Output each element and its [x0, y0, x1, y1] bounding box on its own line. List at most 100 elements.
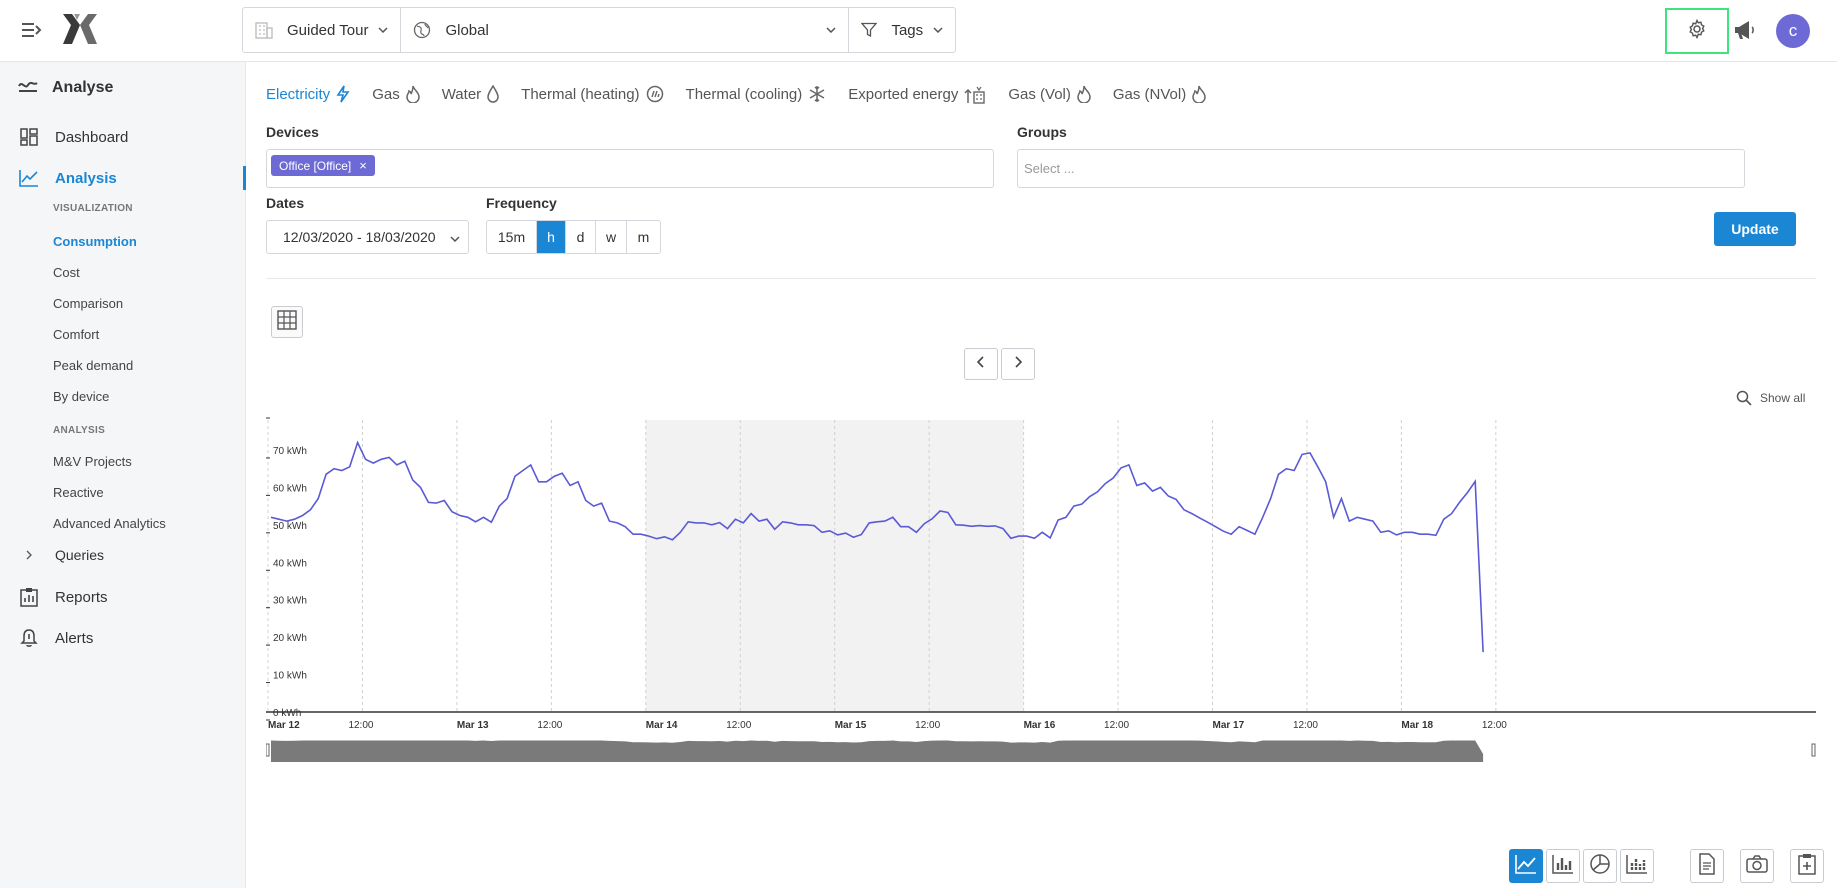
tab-thermal-cooling[interactable]: Thermal (cooling) — [686, 85, 827, 103]
groups-input[interactable]: Select ... — [1017, 149, 1745, 188]
chevron-right-icon — [1014, 355, 1023, 373]
tab-label: Gas (Vol) — [1008, 85, 1071, 103]
add-to-report-button[interactable] — [1790, 849, 1824, 883]
sidebar-subitem-comparison[interactable]: Comparison — [53, 296, 123, 311]
frequency-h[interactable]: h — [537, 221, 566, 253]
next-period-button[interactable] — [1001, 348, 1035, 380]
analyse-icon — [18, 78, 38, 97]
sidebar-item-label: Queries — [55, 547, 105, 563]
chevron-down-icon — [826, 27, 836, 33]
show-all-label: Show all — [1760, 391, 1806, 405]
building-icon — [255, 21, 273, 39]
sidebar-item-queries[interactable]: Queries — [18, 547, 104, 563]
consumption-chart[interactable]: 0 kWh 10 kWh 20 kWh 30 kWh 40 kWh 50 kWh 60 kW… — [266, 406, 1816, 886]
tab-gas-vol[interactable]: Gas (Vol) — [1008, 85, 1091, 103]
active-indicator — [243, 166, 246, 190]
pie-chart-button[interactable] — [1583, 849, 1617, 883]
x-tick-label: Mar 13 — [457, 720, 489, 731]
frequency-d[interactable]: d — [566, 221, 596, 253]
sidebar-subitem-consumption[interactable]: Consumption — [53, 234, 137, 249]
grid-icon — [277, 309, 297, 335]
sidebar-subitem-cost[interactable]: Cost — [53, 265, 80, 280]
devices-input[interactable]: Office [Office] × — [266, 149, 994, 188]
sidebar: Analyse Dashboard Analysis VISUALIZATION… — [0, 62, 246, 888]
frequency-label: Frequency — [486, 195, 557, 211]
x-tick-label: 12:00 — [1482, 720, 1507, 731]
frequency-selector: 15m h d w m — [486, 220, 661, 254]
sidebar-item-label: Dashboard — [55, 128, 129, 146]
main-content: Electricity Gas Water Thermal (heating) … — [266, 62, 1837, 888]
flame-icon — [1077, 85, 1091, 103]
sidebar-item-analysis[interactable]: Analysis — [18, 169, 117, 187]
tags-selector[interactable]: Tags — [849, 8, 955, 52]
chevron-left-icon — [976, 355, 985, 373]
sidebar-section-analyse: Analyse — [18, 78, 113, 97]
globe-icon — [413, 21, 431, 39]
show-all-button[interactable]: Show all — [1736, 390, 1805, 406]
tab-water[interactable]: Water — [442, 85, 499, 103]
top-bar: Guided Tour Global Tags c — [0, 0, 1837, 62]
flame-icon — [1192, 85, 1206, 103]
site-label: Guided Tour — [287, 21, 369, 39]
bell-icon — [18, 628, 40, 648]
sidebar-subitem-mv-projects[interactable]: M&V Projects — [53, 454, 132, 469]
line-chart-icon — [18, 169, 40, 187]
export-file-button[interactable] — [1690, 849, 1724, 883]
energy-tabs: Electricity Gas Water Thermal (heating) … — [266, 84, 1228, 104]
sidebar-subitem-by-device[interactable]: By device — [53, 389, 109, 404]
sidebar-subitem-reactive[interactable]: Reactive — [53, 485, 104, 500]
previous-period-button[interactable] — [964, 348, 998, 380]
update-button[interactable]: Update — [1714, 212, 1796, 246]
tab-gas[interactable]: Gas — [372, 85, 420, 103]
scope-selector[interactable]: Global — [401, 8, 850, 52]
app-logo[interactable] — [60, 12, 100, 46]
device-chip[interactable]: Office [Office] × — [271, 155, 375, 176]
table-view-button[interactable] — [271, 306, 303, 338]
tab-electricity[interactable]: Electricity — [266, 85, 350, 103]
chart-toolbar — [1509, 849, 1827, 883]
tab-gas-nvol[interactable]: Gas (NVol) — [1113, 85, 1206, 103]
tab-label: Gas (NVol) — [1112, 85, 1187, 103]
frequency-w[interactable]: w — [596, 221, 627, 253]
scope-label: Global — [445, 21, 489, 39]
x-tick-label: Mar 14 — [646, 720, 678, 731]
filter-icon — [861, 22, 878, 38]
divider — [266, 278, 1816, 279]
line-chart-icon — [1515, 854, 1537, 879]
stacked-bar-button[interactable] — [1620, 849, 1654, 883]
sidebar-item-reports[interactable]: Reports — [18, 587, 108, 607]
flame-icon — [405, 85, 420, 103]
announcements-icon[interactable] — [1732, 17, 1758, 43]
sidebar-subitem-comfort[interactable]: Comfort — [53, 327, 99, 342]
x-tick-label: Mar 12 — [268, 720, 300, 731]
sidebar-item-label: Analysis — [55, 169, 117, 187]
frequency-m[interactable]: m — [627, 221, 660, 253]
tab-label: Thermal (cooling) — [685, 85, 803, 103]
file-icon — [1698, 852, 1716, 880]
sidebar-subitem-peak-demand[interactable]: Peak demand — [53, 358, 133, 373]
date-range-picker[interactable]: 12/03/2020 - 18/03/2020 — [266, 220, 469, 254]
close-icon[interactable]: × — [359, 158, 367, 173]
zoom-icon — [1736, 390, 1752, 406]
y-tick-label: 30 kWh — [273, 596, 307, 607]
tab-exported-energy[interactable]: Exported energy — [848, 84, 986, 104]
settings-button[interactable] — [1665, 8, 1729, 54]
line-chart-button[interactable] — [1509, 849, 1543, 883]
frequency-15m[interactable]: 15m — [487, 221, 537, 253]
tab-label: Thermal (heating) — [521, 85, 640, 103]
clipboard-add-icon — [1797, 853, 1817, 880]
bar-chart-icon — [1552, 854, 1574, 879]
screenshot-button[interactable] — [1740, 849, 1774, 883]
devices-label: Devices — [266, 124, 319, 140]
tab-thermal-heating[interactable]: Thermal (heating) — [521, 85, 663, 103]
sidebar-item-dashboard[interactable]: Dashboard — [18, 128, 128, 146]
site-selector[interactable]: Guided Tour — [243, 8, 402, 52]
sidebar-subitem-advanced-analytics[interactable]: Advanced Analytics — [53, 516, 166, 531]
bar-chart-button[interactable] — [1546, 849, 1580, 883]
user-avatar[interactable]: c — [1776, 14, 1810, 48]
stacked-bar-icon — [1626, 854, 1648, 879]
navigator-area — [271, 740, 1484, 762]
context-selector: Guided Tour Global Tags — [242, 7, 957, 53]
menu-toggle-icon[interactable] — [20, 20, 44, 40]
sidebar-item-alerts[interactable]: Alerts — [18, 628, 93, 648]
